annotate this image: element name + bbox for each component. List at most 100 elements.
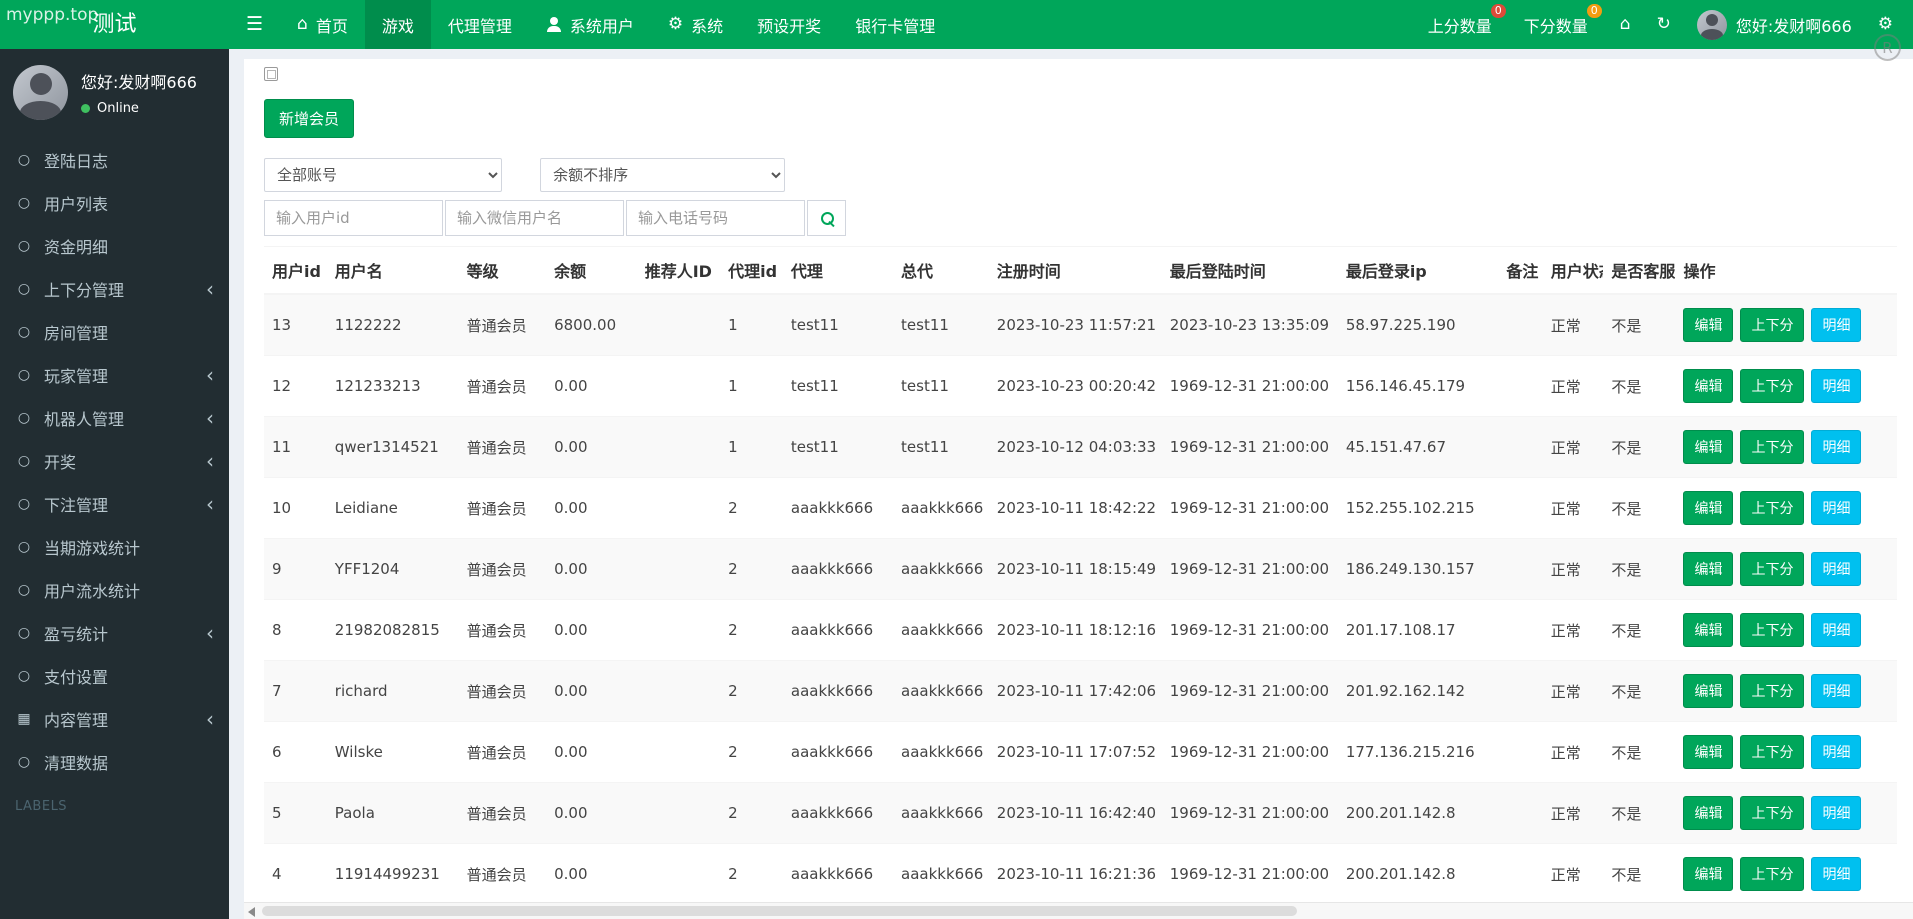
cell-agent: aaakkk666 — [782, 538, 894, 600]
online-status: Online — [81, 101, 197, 116]
collapse-icon[interactable] — [264, 67, 278, 81]
edit-button[interactable]: 编辑 — [1683, 552, 1734, 586]
updown-button[interactable]: 上下分 — [1740, 674, 1805, 708]
cell-id: 12 — [264, 355, 327, 417]
edit-button[interactable]: 编辑 — [1683, 491, 1734, 525]
settings-gear-icon[interactable]: ⚙ — [1878, 16, 1893, 33]
edit-button[interactable]: 编辑 — [1683, 796, 1734, 830]
wechat-name-input[interactable] — [445, 200, 624, 236]
sidebar-item-label: 房间管理 — [44, 323, 109, 343]
sidebar-greeting: 您好:发财啊666 — [81, 73, 197, 92]
navbar-user-menu[interactable]: 您好:发财啊666 — [1696, 9, 1852, 40]
detail-button[interactable]: 明细 — [1811, 796, 1862, 830]
sidebar-item[interactable]: ○ 登陆日志 — [0, 138, 229, 181]
edit-button[interactable]: 编辑 — [1683, 613, 1734, 647]
detail-button[interactable]: 明细 — [1811, 308, 1862, 342]
edit-button[interactable]: 编辑 — [1683, 369, 1734, 403]
brand-title[interactable]: 测试 — [0, 0, 229, 49]
nav-item[interactable]: 代理管理 — [431, 0, 529, 49]
sidebar-item[interactable]: ○ 房间管理 — [0, 310, 229, 353]
cell-actions: 编辑上下分明细 — [1675, 660, 1897, 722]
detail-button[interactable]: 明细 — [1811, 491, 1862, 525]
detail-button[interactable]: 明细 — [1811, 674, 1862, 708]
search-button[interactable] — [807, 200, 846, 236]
detail-button[interactable]: 明细 — [1811, 552, 1862, 586]
nav-item[interactable]: ⌂ 首页 — [280, 0, 365, 49]
updown-button[interactable]: 上下分 — [1740, 430, 1805, 464]
updown-button[interactable]: 上下分 — [1740, 857, 1805, 891]
sidebar-item[interactable]: ▦ 内容管理 ‹ — [0, 697, 229, 740]
detail-button[interactable]: 明细 — [1811, 430, 1862, 464]
cell-balance: 6800.00 — [546, 293, 637, 356]
sidebar-item[interactable]: ○ 下注管理 ‹ — [0, 482, 229, 525]
scroll-left-arrow-icon[interactable] — [248, 907, 255, 917]
sidebar-item[interactable]: ○ 玩家管理 ‹ — [0, 353, 229, 396]
horizontal-scrollbar[interactable] — [244, 902, 1913, 919]
chevron-left-icon: ‹ — [206, 362, 214, 387]
nav-item[interactable]: 银行卡管理 — [838, 0, 952, 49]
cell-last_ip: 186.249.130.157 — [1337, 538, 1499, 600]
cell-level: 普通会员 — [458, 660, 547, 722]
sidebar-item[interactable]: ○ 清理数据 — [0, 740, 229, 783]
sidebar-toggle[interactable]: ☰ — [229, 0, 280, 49]
sidebar-item[interactable]: ○ 开奖 ‹ — [0, 439, 229, 482]
down-score-menu[interactable]: 下分数量 0 — [1524, 3, 1602, 37]
cell-reg_time: 2023-10-23 00:20:42 — [988, 355, 1162, 417]
edit-button[interactable]: 编辑 — [1683, 674, 1734, 708]
cell-status: 正常 — [1542, 293, 1604, 356]
nav-item[interactable]: 系统用户 — [529, 0, 651, 49]
sidebar-item[interactable]: ○ 用户流水统计 — [0, 568, 229, 611]
balance-sort-select[interactable]: 余额不排序 — [540, 158, 786, 192]
edit-button[interactable]: 编辑 — [1683, 735, 1734, 769]
avatar — [1696, 9, 1727, 40]
cell-actions: 编辑上下分明细 — [1675, 782, 1897, 844]
phone-number-input[interactable] — [626, 200, 805, 236]
sidebar-item-label: 内容管理 — [44, 710, 109, 730]
updown-button[interactable]: 上下分 — [1740, 796, 1805, 830]
sidebar-item[interactable]: ○ 机器人管理 ‹ — [0, 396, 229, 439]
nav-item[interactable]: 游戏 — [364, 0, 431, 49]
edit-button[interactable]: 编辑 — [1683, 857, 1734, 891]
cell-status: 正常 — [1542, 599, 1604, 661]
detail-button[interactable]: 明细 — [1811, 857, 1862, 891]
cell-agent: test11 — [782, 355, 894, 417]
sidebar-item[interactable]: ○ 用户列表 — [0, 181, 229, 224]
cell-agent: aaakkk666 — [782, 843, 894, 905]
updown-button[interactable]: 上下分 — [1740, 735, 1805, 769]
updown-button[interactable]: 上下分 — [1740, 369, 1805, 403]
cell-reg_time: 2023-10-12 04:03:33 — [988, 416, 1162, 478]
nav-item[interactable]: 预设开奖 — [740, 0, 838, 49]
detail-button[interactable]: 明细 — [1811, 613, 1862, 647]
scrollbar-thumb[interactable] — [262, 906, 1297, 916]
edit-button[interactable]: 编辑 — [1683, 430, 1734, 464]
sidebar-item[interactable]: ○ 支付设置 — [0, 654, 229, 697]
cell-actions: 编辑上下分明细 — [1675, 416, 1897, 478]
sidebar-item[interactable]: ○ 资金明细 — [0, 224, 229, 267]
table-row: 4 11914499231 普通会员 0.00 2 aaakkk666 aaakkk666 2… — [264, 843, 1897, 905]
sidebar-item[interactable]: ○ 上下分管理 ‹ — [0, 267, 229, 310]
account-filter-select[interactable]: 全部账号 — [264, 158, 502, 192]
sidebar-item[interactable]: ○ 当期游戏统计 — [0, 525, 229, 568]
updown-button[interactable]: 上下分 — [1740, 491, 1805, 525]
detail-button[interactable]: 明细 — [1811, 735, 1862, 769]
refresh-icon[interactable]: ↻ — [1657, 16, 1671, 33]
detail-button[interactable]: 明细 — [1811, 369, 1862, 403]
up-score-menu[interactable]: 上分数量 0 — [1428, 3, 1506, 37]
updown-button[interactable]: 上下分 — [1740, 552, 1805, 586]
column-header: 是否客服 — [1603, 246, 1676, 295]
edit-button[interactable]: 编辑 — [1683, 308, 1734, 342]
home-icon[interactable]: ⌂ — [1620, 16, 1631, 33]
add-member-button[interactable]: 新增会员 — [264, 99, 355, 138]
cell-last_login: 1969-12-31 21:00:00 — [1161, 599, 1338, 661]
nav-item[interactable]: ⚙ 系统 — [651, 0, 740, 49]
nav-item-label: 系统用户 — [569, 16, 634, 36]
updown-button[interactable]: 上下分 — [1740, 308, 1805, 342]
avatar — [13, 65, 68, 120]
user-id-input[interactable] — [264, 200, 443, 236]
search-icon — [820, 212, 834, 225]
cell-remark — [1498, 721, 1543, 783]
nav-item-label: 银行卡管理 — [855, 16, 936, 36]
cell-last_ip: 156.146.45.179 — [1337, 355, 1499, 417]
updown-button[interactable]: 上下分 — [1740, 613, 1805, 647]
sidebar-item[interactable]: ○ 盈亏统计 ‹ — [0, 611, 229, 654]
